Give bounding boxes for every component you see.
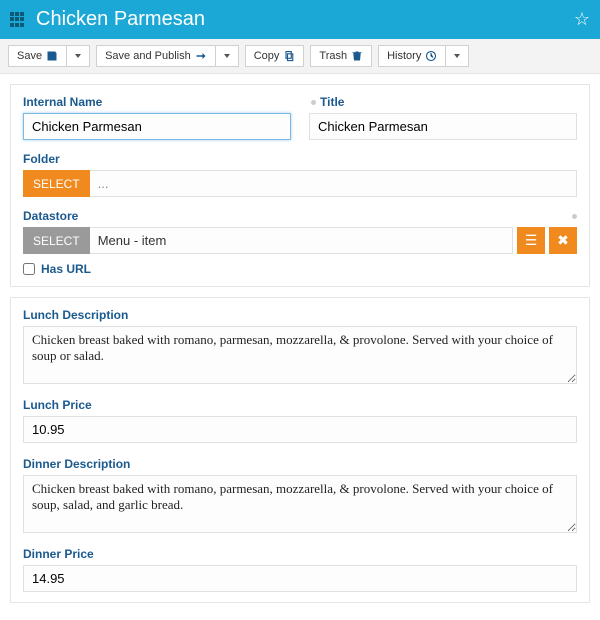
description-panel: Lunch Description Lunch Price Dinner Des… xyxy=(10,297,590,603)
dinner-price-input[interactable] xyxy=(23,565,577,592)
copy-button[interactable]: Copy xyxy=(245,45,305,67)
history-label: History xyxy=(387,50,421,62)
caret-down-icon xyxy=(224,54,230,58)
copy-label: Copy xyxy=(254,50,280,62)
internal-name-input[interactable] xyxy=(23,113,291,140)
caret-down-icon xyxy=(75,54,81,58)
title-input[interactable] xyxy=(309,113,577,140)
folder-select-button[interactable]: SELECT xyxy=(23,170,90,197)
title-label: Title xyxy=(320,95,344,109)
star-icon[interactable]: ☆ xyxy=(574,9,590,30)
copy-icon xyxy=(283,50,295,62)
internal-name-label: Internal Name xyxy=(23,95,102,109)
apps-grid-icon[interactable] xyxy=(10,12,26,28)
lunch-price-label: Lunch Price xyxy=(23,398,92,412)
title-field: Title xyxy=(309,95,577,140)
dinner-price-field: Dinner Price xyxy=(23,547,577,592)
close-icon: ✖ xyxy=(557,232,569,249)
page-header: Chicken Parmesan ☆ xyxy=(0,0,600,39)
arrow-right-icon xyxy=(195,50,207,62)
datastore-menu-button[interactable]: ☰ xyxy=(517,227,545,254)
history-dropdown-button[interactable] xyxy=(446,45,469,67)
save-disk-icon xyxy=(46,50,58,62)
dinner-desc-input[interactable] xyxy=(23,475,577,533)
clock-icon xyxy=(425,50,437,62)
save-publish-dropdown-button[interactable] xyxy=(216,45,239,67)
datastore-select-button[interactable]: SELECT xyxy=(23,227,90,254)
datastore-clear-button[interactable]: ✖ xyxy=(549,227,577,254)
datastore-field: Datastore SELECT Menu - item ☰ ✖ xyxy=(23,209,577,254)
folder-field: Folder SELECT ... xyxy=(23,152,577,197)
save-button[interactable]: Save xyxy=(8,45,67,67)
lunch-desc-input[interactable] xyxy=(23,326,577,384)
lunch-desc-field: Lunch Description xyxy=(23,308,577,384)
trash-label: Trash xyxy=(319,50,347,62)
page-title: Chicken Parmesan xyxy=(36,8,564,31)
has-url-label: Has URL xyxy=(41,262,91,276)
lunch-price-input[interactable] xyxy=(23,416,577,443)
trash-icon xyxy=(351,50,363,62)
indicator-dot-icon xyxy=(572,214,577,219)
internal-name-field: Internal Name xyxy=(23,95,291,140)
save-dropdown-button[interactable] xyxy=(67,45,90,67)
hamburger-icon: ☰ xyxy=(525,232,538,249)
dinner-price-label: Dinner Price xyxy=(23,547,94,561)
save-publish-label: Save and Publish xyxy=(105,50,191,62)
folder-label: Folder xyxy=(23,152,60,166)
indicator-dot-icon xyxy=(311,100,316,105)
has-url-checkbox[interactable] xyxy=(23,263,35,275)
dinner-desc-label: Dinner Description xyxy=(23,457,130,471)
dinner-desc-field: Dinner Description xyxy=(23,457,577,533)
main-fields-panel: Internal Name Title Folder SELECT ... Da… xyxy=(10,84,590,287)
folder-value: ... xyxy=(90,170,577,197)
datastore-label: Datastore xyxy=(23,209,78,223)
save-label: Save xyxy=(17,50,42,62)
caret-down-icon xyxy=(454,54,460,58)
lunch-desc-label: Lunch Description xyxy=(23,308,128,322)
history-button[interactable]: History xyxy=(378,45,446,67)
datastore-value: Menu - item xyxy=(90,227,513,254)
save-publish-button[interactable]: Save and Publish xyxy=(96,45,216,67)
toolbar: Save Save and Publish Copy Trash History xyxy=(0,39,600,74)
has-url-row: Has URL xyxy=(23,262,577,276)
trash-button[interactable]: Trash xyxy=(310,45,372,67)
lunch-price-field: Lunch Price xyxy=(23,398,577,443)
